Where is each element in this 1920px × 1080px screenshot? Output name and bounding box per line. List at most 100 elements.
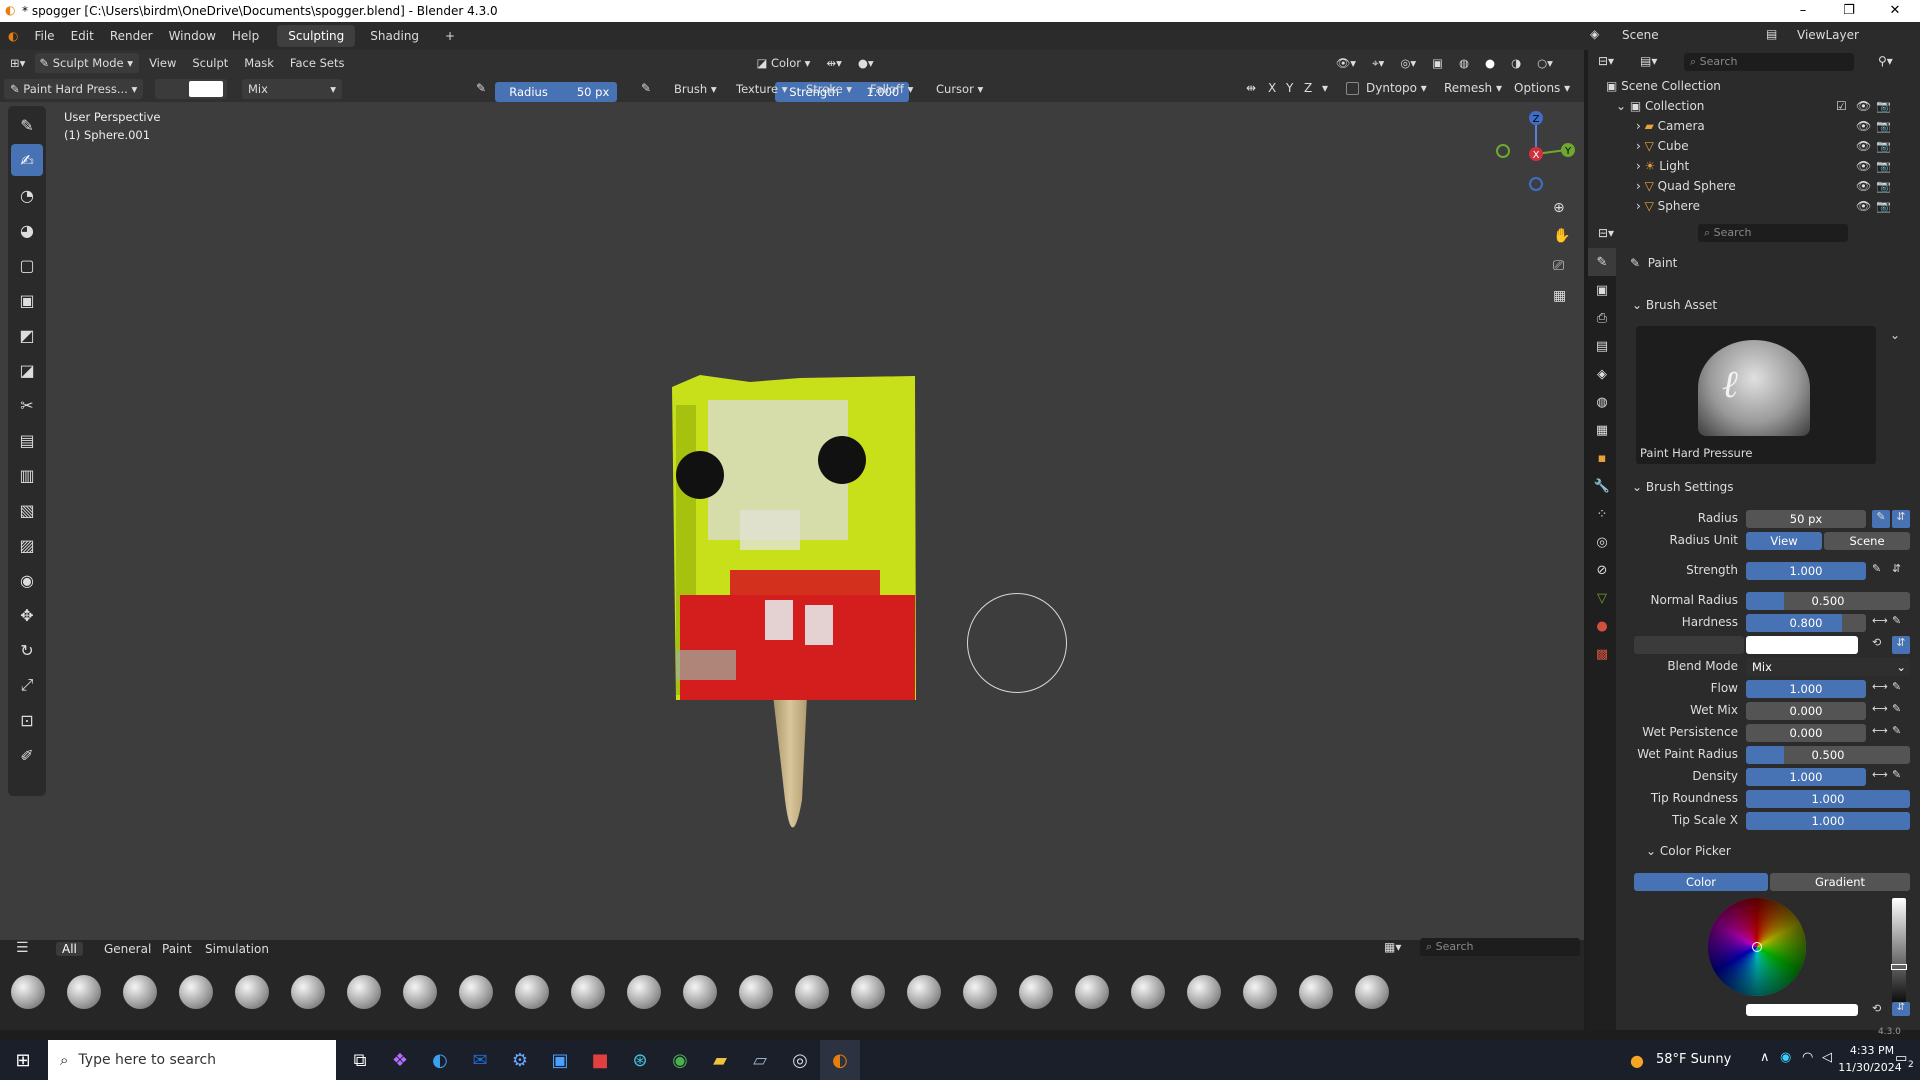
- tool-move-icon[interactable]: ✥: [11, 599, 43, 631]
- brush-popover[interactable]: Brush ▾: [668, 79, 723, 99]
- brush-thumb-crease-sharp[interactable]: [284, 968, 332, 1016]
- blend-mode-dropdown[interactable]: Mix ⌄: [1746, 658, 1910, 676]
- shading-material-button[interactable]: ◑: [1505, 53, 1527, 73]
- normal-radius-field[interactable]: 0.500: [1746, 592, 1910, 610]
- xray-toggle[interactable]: ▣: [1426, 53, 1449, 73]
- radius-jitter-icon[interactable]: ⇵: [1892, 510, 1910, 528]
- tool-box-face-set-icon[interactable]: ◩: [11, 319, 43, 351]
- visibility-dropdown[interactable]: 👁▾: [1330, 53, 1362, 73]
- brush-thumb-smooth[interactable]: [1068, 968, 1116, 1016]
- picker-swap-icon[interactable]: ⟲: [1872, 1002, 1881, 1015]
- mirror-x-toggle[interactable]: X: [1268, 81, 1276, 95]
- value-slider[interactable]: [1891, 898, 1907, 1008]
- brush-thumb-scrape[interactable]: [1012, 968, 1060, 1016]
- tool-cloth-filter-icon[interactable]: ▥: [11, 459, 43, 491]
- brush-thumb-thumb[interactable]: [1180, 968, 1228, 1016]
- clock-time[interactable]: 4:33 PM: [1842, 1044, 1902, 1057]
- brush-thumb-layer[interactable]: [676, 968, 724, 1016]
- sponge-popsicle-model[interactable]: [640, 360, 940, 860]
- tool-edit-face-set-icon[interactable]: ▨: [11, 529, 43, 561]
- tool-draw-icon[interactable]: ✎: [11, 109, 43, 141]
- density-field[interactable]: 1.000: [1746, 768, 1866, 786]
- windows-start-icon[interactable]: ⊞: [0, 1040, 46, 1080]
- swap-colors-icon[interactable]: ⟲: [1872, 636, 1881, 649]
- brush-thumb-snake-hook[interactable]: [1124, 968, 1172, 1016]
- density-invert-icon[interactable]: ⟷: [1872, 768, 1888, 781]
- radius-unit-scene-button[interactable]: Scene: [1824, 532, 1910, 550]
- cursor-popover[interactable]: Cursor ▾: [930, 79, 989, 99]
- shelf-tab-general[interactable]: General: [104, 942, 151, 956]
- brush-thumb-trim[interactable]: [1236, 968, 1284, 1016]
- density-pressure-icon[interactable]: ✎: [1892, 768, 1901, 781]
- strength-pressure-icon[interactable]: ✎: [1872, 562, 1881, 575]
- shelf-tab-simulation[interactable]: Simulation: [205, 942, 269, 956]
- tool-paint-icon[interactable]: ✍: [11, 144, 43, 176]
- hardness-field[interactable]: 0.800: [1746, 614, 1866, 632]
- radius-pressure-icon[interactable]: ✎: [476, 81, 486, 95]
- add-workspace-button[interactable]: +: [434, 25, 466, 47]
- brush-thumb-plateau[interactable]: [844, 968, 892, 1016]
- menu-view[interactable]: View: [143, 53, 182, 73]
- options-popover[interactable]: Options ▾: [1514, 81, 1570, 95]
- overlays-toggle[interactable]: ◎▾: [1394, 53, 1422, 73]
- shading-solid-button[interactable]: ●: [1479, 53, 1501, 73]
- symmetry-dropdown[interactable]: ⇹▾: [820, 53, 847, 73]
- notification-icon[interactable]: ▭: [1895, 1051, 1907, 1066]
- color-attribute-dropdown[interactable]: ◪ Color ▾: [750, 53, 816, 73]
- picker-jitter-icon[interactable]: ⇵: [1892, 1002, 1910, 1016]
- shelf-search-input[interactable]: ⌕ Search: [1420, 938, 1580, 956]
- steam-icon[interactable]: ◎: [780, 1040, 820, 1080]
- adobe-icon[interactable]: ■: [580, 1040, 620, 1080]
- tip-scale-x-field[interactable]: 1.000: [1746, 812, 1910, 830]
- tool-transform-icon[interactable]: ⊡: [11, 704, 43, 736]
- color-picker-header[interactable]: ⌄ Color Picker: [1646, 844, 1731, 858]
- dyntopo-popover[interactable]: Dyntopo ▾: [1366, 81, 1427, 95]
- xbox-icon[interactable]: ⊛: [620, 1040, 660, 1080]
- color-jitter-icon[interactable]: ⇵: [1892, 636, 1910, 654]
- brush-thumb-clay[interactable]: [60, 968, 108, 1016]
- shading-wireframe-button[interactable]: ◍: [1453, 53, 1475, 73]
- mirror-z-toggle[interactable]: Z: [1304, 81, 1312, 95]
- menu-mask[interactable]: Mask: [238, 53, 280, 73]
- wet-persistence-field[interactable]: 0.000: [1746, 724, 1866, 742]
- blend-dropdown[interactable]: Mix ▾: [242, 79, 342, 99]
- menu-help[interactable]: Help: [224, 22, 267, 50]
- strength-pressure-icon[interactable]: ✎: [641, 81, 651, 95]
- brush-thumb-fill[interactable]: [508, 968, 556, 1016]
- strength-jitter-icon[interactable]: ⇵: [1892, 562, 1901, 575]
- brush-thumb-draw[interactable]: [340, 968, 388, 1016]
- volume-icon[interactable]: ◁: [1822, 1050, 1832, 1065]
- tool-box-hide-icon[interactable]: ▣: [11, 284, 43, 316]
- strength-field[interactable]: 1.000: [1746, 562, 1866, 580]
- brush-thumb-draw-sharp[interactable]: [396, 968, 444, 1016]
- menu-render[interactable]: Render: [102, 22, 161, 50]
- flow-invert-icon[interactable]: ⟷: [1872, 680, 1888, 693]
- tool-mask-by-color-icon[interactable]: ◉: [11, 564, 43, 596]
- color-wheel-cursor[interactable]: [1752, 942, 1762, 952]
- flow-field[interactable]: 1.000: [1746, 680, 1866, 698]
- brush-thumb-inflate[interactable]: [620, 968, 668, 1016]
- tool-line-project-icon[interactable]: ✂: [11, 389, 43, 421]
- wet-mix-field[interactable]: 0.000: [1746, 702, 1866, 720]
- camera-view-icon[interactable]: ⎚: [1553, 258, 1564, 274]
- brush-thumb-clay-thumb[interactable]: [172, 968, 220, 1016]
- wet-mix-invert-icon[interactable]: ⟷: [1872, 702, 1888, 715]
- wet-paint-radius-field[interactable]: 0.500: [1746, 746, 1910, 764]
- color-tab-button[interactable]: Color: [1634, 873, 1768, 891]
- chrome-icon[interactable]: ◉: [660, 1040, 700, 1080]
- brush-thumb-wrinkle[interactable]: [1348, 968, 1396, 1016]
- brush-thumb-twist[interactable]: [1292, 968, 1340, 1016]
- brush-thumb-grab[interactable]: [564, 968, 612, 1016]
- wet-persistence-pressure-icon[interactable]: ✎: [1892, 724, 1901, 737]
- brush-selector[interactable]: ✎ Paint Hard Press... ▾: [4, 79, 144, 99]
- wet-persistence-invert-icon[interactable]: ⟷: [1872, 724, 1888, 737]
- color-wheel[interactable]: [1708, 898, 1806, 996]
- menu-edit[interactable]: Edit: [63, 22, 102, 50]
- tool-rotate-icon[interactable]: ↻: [11, 634, 43, 666]
- workspace-tab-sculpting[interactable]: Sculpting: [277, 25, 356, 47]
- remesh-popover[interactable]: Remesh ▾: [1444, 81, 1502, 95]
- edge-icon[interactable]: ◐: [420, 1040, 460, 1080]
- radius-field[interactable]: 50 px: [1746, 510, 1866, 528]
- gizmo-neg-z[interactable]: [1529, 177, 1543, 191]
- hardness-invert-icon[interactable]: ⟷: [1872, 614, 1888, 627]
